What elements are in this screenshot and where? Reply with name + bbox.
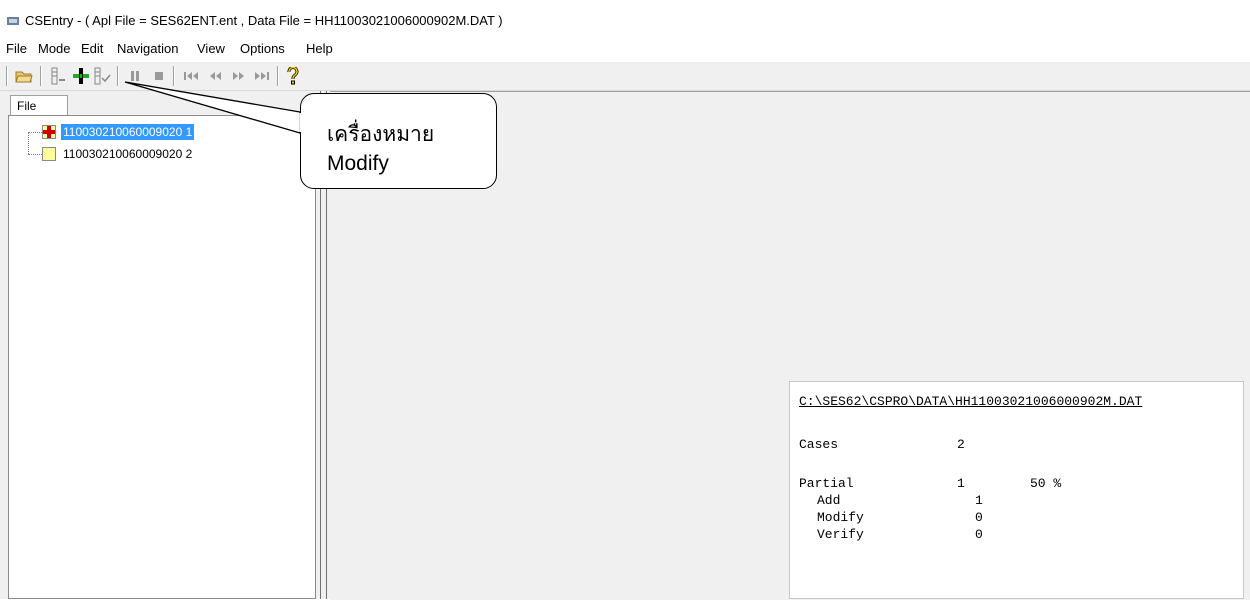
first-case-icon[interactable] [182,67,200,85]
menu-bar: File Mode Edit Navigation View Options H… [0,37,1250,59]
modify-case-icon[interactable] [72,67,90,85]
case-label: 110030210060009020 2 [63,147,193,161]
next-case-icon[interactable] [230,67,248,85]
menu-file[interactable]: File [6,41,27,56]
last-case-icon[interactable] [253,67,271,85]
stop-icon[interactable] [150,67,168,85]
stat-add-label: Add [817,493,841,508]
stat-partial-percent: 50 % [1030,476,1062,491]
help-icon[interactable] [284,67,302,85]
menu-options[interactable]: Options [240,41,285,56]
stat-modify-value: 0 [975,510,983,525]
menu-navigation[interactable]: Navigation [117,41,178,56]
menu-mode[interactable]: Mode [38,41,71,56]
pause-icon[interactable] [126,67,144,85]
callout-line-1: เครื่องหมาย [327,123,435,146]
menu-edit[interactable]: Edit [81,41,103,56]
menu-help[interactable]: Help [306,41,333,56]
window-title: CSEntry - ( Apl File = SES62ENT.ent , Da… [25,13,503,28]
partial-case-icon [42,125,57,139]
tab-file[interactable]: File [10,95,68,115]
verify-case-icon[interactable] [93,67,111,85]
callout-line-2: Modify [327,152,389,175]
file-statistics-panel: C:\SES62\CSPRO\DATA\HH11003021006000902M… [789,381,1244,599]
case-tree: 110030210060009020 1 110030210060009020 … [8,115,316,599]
stat-partial-label: Partial [799,476,854,491]
stat-modify-label: Modify [817,510,864,525]
case-label: 110030210060009020 1 [61,124,195,140]
add-case-icon[interactable] [49,67,67,85]
data-file-path: C:\SES62\CSPRO\DATA\HH11003021006000902M… [799,394,1143,409]
toolbar [0,62,1250,91]
stat-add-value: 1 [975,493,983,508]
case-tree-panel: File 110030210060009020 1 11003021006000… [8,91,318,599]
csentry-app-icon [6,14,20,26]
complete-case-icon [42,147,57,161]
menu-view[interactable]: View [197,41,225,56]
title-bar: CSEntry - ( Apl File = SES62ENT.ent , Da… [0,0,1250,34]
modify-callout: เครื่องหมาย Modify [300,93,497,189]
stat-cases-label: Cases [799,437,839,452]
stat-cases-value: 2 [957,437,965,452]
stat-verify-value: 0 [975,527,983,542]
open-icon[interactable] [15,67,33,85]
stat-verify-label: Verify [817,527,864,542]
stat-partial-value: 1 [957,476,965,491]
previous-case-icon[interactable] [206,67,224,85]
